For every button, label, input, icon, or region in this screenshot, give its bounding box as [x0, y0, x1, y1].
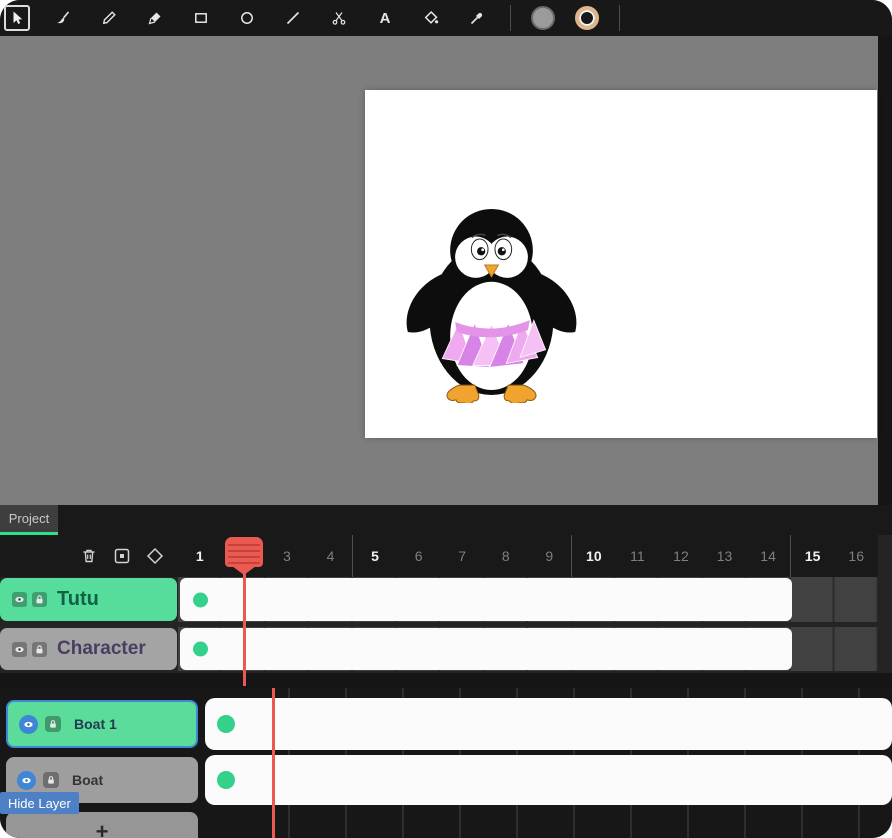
timeline-tools — [0, 535, 178, 577]
cursor-tool-button[interactable] — [4, 5, 30, 31]
playhead-line — [243, 571, 246, 686]
layer-name: Boat 1 — [74, 716, 117, 732]
keyframe-dot[interactable] — [193, 592, 208, 607]
layer-track[interactable] — [178, 577, 878, 622]
scissors-icon — [331, 10, 347, 26]
project-tab-label: Project — [8, 511, 50, 526]
pencil-icon — [101, 10, 117, 26]
timeline-panel: Project 1 2 3 4 5 6 — [0, 505, 892, 686]
layer-visibility-button[interactable] — [17, 770, 36, 790]
layer-label-tutu[interactable]: Tutu — [0, 578, 177, 621]
plus-icon: + — [95, 819, 109, 838]
layer-lock-button[interactable] — [43, 772, 59, 788]
text-tool-icon: A — [379, 9, 391, 27]
drawing-toolbar: A — [0, 0, 892, 36]
layer-lock-button[interactable] — [32, 592, 47, 607]
layer-lock-button[interactable] — [32, 641, 47, 657]
layer-name: Tutu — [57, 588, 99, 610]
eraser-tool-button[interactable] — [142, 5, 168, 31]
keyframe-dot[interactable] — [217, 715, 235, 733]
rectangle-icon — [193, 10, 209, 26]
line-tool-button[interactable] — [280, 5, 306, 31]
onion-skin-button[interactable] — [111, 545, 133, 567]
timeline-panel-zoomed: Boat 1 Boat + Hide Layer — [0, 688, 892, 838]
frame-ruler-cell[interactable]: 12 — [659, 535, 703, 577]
frame-ruler-cell[interactable]: 14 — [746, 535, 790, 577]
layer-row-tutu: Tutu — [0, 577, 878, 622]
artboard[interactable] — [365, 90, 877, 438]
brush-icon — [55, 10, 71, 26]
frame-ruler-cell[interactable]: 16 — [834, 535, 878, 577]
delete-button[interactable] — [78, 545, 100, 567]
frame-bar[interactable] — [205, 755, 892, 805]
layer-visibility-button[interactable] — [12, 592, 27, 607]
frame-ruler-cell[interactable]: 11 — [616, 535, 660, 577]
penguin-character[interactable] — [398, 196, 585, 403]
frame-ruler-cell[interactable]: 1 — [178, 535, 222, 577]
project-tab[interactable]: Project — [0, 505, 58, 535]
frame-ruler-cell[interactable]: 15 — [789, 535, 835, 577]
ellipse-icon — [239, 10, 255, 26]
frame-ruler: 1 2 3 4 5 6 7 8 9 10 11 12 13 14 15 16 — [178, 535, 878, 577]
frame-ruler-cell[interactable]: 13 — [703, 535, 747, 577]
animation-editor-window: A Project 1 3 4 5 6 7 8 9 10 11 12 13 14… — [0, 0, 892, 838]
eraser-icon — [147, 10, 163, 26]
keyframe-dot[interactable] — [193, 641, 208, 657]
eyedropper-icon — [469, 10, 485, 26]
toolbar-divider — [619, 5, 620, 31]
timeline-tab-strip: Project — [0, 505, 892, 535]
pencil-tool-button[interactable] — [96, 5, 122, 31]
ellipse-tool-button[interactable] — [234, 5, 260, 31]
layer-lock-button[interactable] — [45, 716, 61, 732]
layer-name: Character — [57, 638, 146, 659]
keyframe-dot[interactable] — [217, 771, 235, 789]
playhead-handle[interactable] — [225, 537, 263, 567]
layer-visibility-button[interactable] — [19, 714, 38, 734]
layer-row-character: Character — [0, 627, 878, 671]
text-tool-button[interactable]: A — [372, 5, 398, 31]
rectangle-tool-button[interactable] — [188, 5, 214, 31]
frame-bar[interactable] — [180, 578, 792, 621]
frame-bar[interactable] — [205, 698, 892, 750]
frame-ruler-cell[interactable]: 4 — [309, 535, 353, 577]
frame-ruler-cell[interactable]: 8 — [484, 535, 528, 577]
hide-layer-tooltip: Hide Layer — [0, 792, 79, 814]
layer-name: Boat — [72, 772, 104, 788]
stroke-color-swatch[interactable] — [575, 6, 599, 30]
frame-ruler-cell[interactable]: 3 — [265, 535, 309, 577]
layer-label-character[interactable]: Character — [0, 628, 177, 670]
layer-label-boat1[interactable]: Boat 1 — [6, 700, 198, 748]
fill-bucket-icon — [423, 10, 439, 26]
keyframe-diamond-button[interactable] — [144, 545, 166, 567]
timeline-ruler: 1 2 3 4 5 6 7 8 9 10 11 12 13 14 15 16 — [0, 535, 878, 577]
path-cut-tool-button[interactable] — [326, 5, 352, 31]
frame-ruler-cell[interactable]: 10 — [571, 535, 616, 577]
playhead-tip — [232, 566, 256, 575]
frame-ruler-cell[interactable]: 6 — [397, 535, 441, 577]
frame-ruler-cell[interactable]: 7 — [440, 535, 484, 577]
eyedropper-tool-button[interactable] — [464, 5, 490, 31]
cursor-icon — [9, 10, 25, 26]
brush-tool-button[interactable] — [50, 5, 76, 31]
toolbar-divider — [510, 5, 511, 31]
canvas-stage[interactable] — [0, 36, 878, 505]
layer-track[interactable] — [178, 627, 878, 671]
line-icon — [285, 10, 301, 26]
fill-color-swatch[interactable] — [531, 6, 555, 30]
playhead-line — [272, 688, 275, 838]
frame-ruler-cell[interactable]: 5 — [352, 535, 397, 577]
layer-visibility-button[interactable] — [12, 641, 27, 657]
frame-ruler-cell[interactable]: 9 — [528, 535, 572, 577]
add-layer-button[interactable]: + — [6, 812, 198, 838]
fill-bucket-tool-button[interactable] — [418, 5, 444, 31]
frame-bar[interactable] — [180, 628, 792, 670]
